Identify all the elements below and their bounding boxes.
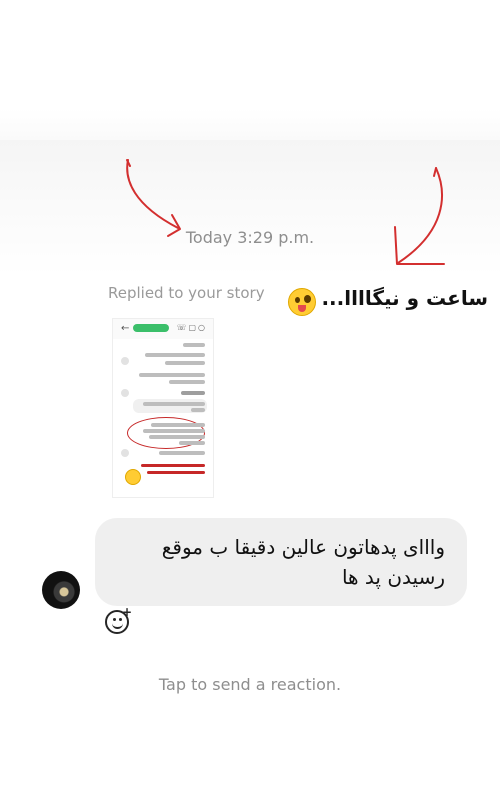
add-reaction-icon[interactable]: + [105,605,132,634]
thread-background [0,140,500,480]
thumb-red-text-line [141,464,205,467]
thumb-avatar [121,449,129,457]
thumb-red-text-line [147,471,205,474]
thumb-call-icons: ☏▢○ [176,323,207,332]
reaction-mouth [112,623,123,629]
thumb-text-line [143,429,205,433]
thumb-text-line [181,391,205,395]
story-caption: ساعت و نیگاااا... [321,286,488,310]
thumb-text-line [169,380,205,384]
back-arrow-icon: ← [121,323,130,334]
thumb-text-line [179,441,205,445]
thumb-text-line [139,373,205,377]
thumb-chat-header: ← ☏▢○ [113,319,213,339]
thumb-text-line [183,343,205,347]
thumb-text-line [151,423,205,427]
thumb-emoji [125,469,141,485]
thumb-text-line [143,402,205,406]
message-timestamp: Today 3:29 p.m. [185,228,315,247]
thumb-text-line [145,353,205,357]
replied-to-story-label: Replied to your story [108,284,265,302]
message-bubble[interactable]: وااای پدهاتون عالین دقیقا ب موقع رسیدن پ… [95,518,467,606]
thumb-avatar [121,389,129,397]
story-preview-thumbnail[interactable]: ← ☏▢○ [112,318,214,498]
thumb-contact-name [133,324,169,332]
thumb-text-line [159,451,205,455]
sender-avatar[interactable] [42,571,80,609]
thumb-text-line [149,435,205,439]
message-text: وااای پدهاتون عالین دقیقا ب موقع رسیدن پ… [161,535,445,589]
thumb-text-line [191,408,205,412]
thumb-avatar [121,357,129,365]
plus-icon: + [121,605,132,619]
reaction-hint: Tap to send a reaction. [158,675,342,694]
reaction-eye [113,618,116,621]
thumb-text-line [165,361,205,365]
